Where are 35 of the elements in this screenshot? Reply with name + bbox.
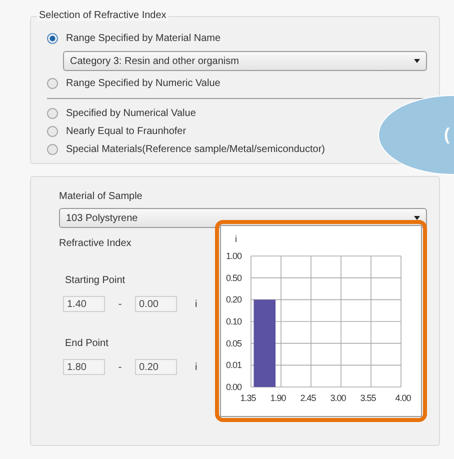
tick-label: 0.10 (226, 316, 242, 326)
axis-label: i (235, 234, 237, 244)
tick-label: 1.90 (270, 393, 286, 403)
caret-icon (414, 59, 420, 63)
tick-label: 4.00 (395, 393, 411, 403)
separator-text: - (117, 362, 123, 372)
field-label: End Point (65, 338, 110, 349)
radio-button[interactable]: Range Specified by Numeric Value (47, 78, 220, 89)
input-field[interactable]: 1.40 (63, 296, 105, 312)
unit-label: i (195, 362, 198, 372)
dropdown[interactable]: Category 3: Resin and other organism (63, 51, 427, 71)
tick-label: 3.00 (330, 393, 346, 403)
radio-button[interactable]: Range Specified by Material Name (47, 33, 221, 44)
tick-label: 3.55 (360, 393, 376, 403)
field-label: Starting Point (65, 275, 126, 286)
group-title: Selection of Refractive Index (37, 10, 168, 21)
input-field[interactable]: 0.00 (135, 296, 177, 312)
input-field[interactable]: 0.20 (135, 359, 177, 375)
radio-button[interactable]: Nearly Equal to Fraunhofer (47, 126, 186, 137)
tick-label: 0.50 (226, 272, 242, 283)
tick-label: 0.05 (226, 338, 242, 348)
separator-text: - (117, 298, 123, 310)
tick-label: 0.00 (226, 382, 242, 392)
section-label: Refractive Index (59, 238, 132, 249)
radio-button[interactable]: Special Materials(Reference sample/Metal/semiconductor) (47, 144, 325, 155)
caret-icon (414, 216, 420, 220)
tick-label: 1.00 (226, 251, 242, 261)
tick-label: 0.20 (226, 294, 242, 305)
unit-label: i (195, 298, 198, 310)
tick-label: 0.01 (226, 360, 242, 370)
field-label: Material of Sample (59, 191, 144, 202)
radio-button[interactable]: Specified by Numerical Value (47, 108, 196, 119)
tick-label: 2.45 (300, 393, 316, 403)
tick-label: 1.35 (240, 393, 256, 403)
input-field[interactable]: 1.80 (63, 359, 105, 375)
